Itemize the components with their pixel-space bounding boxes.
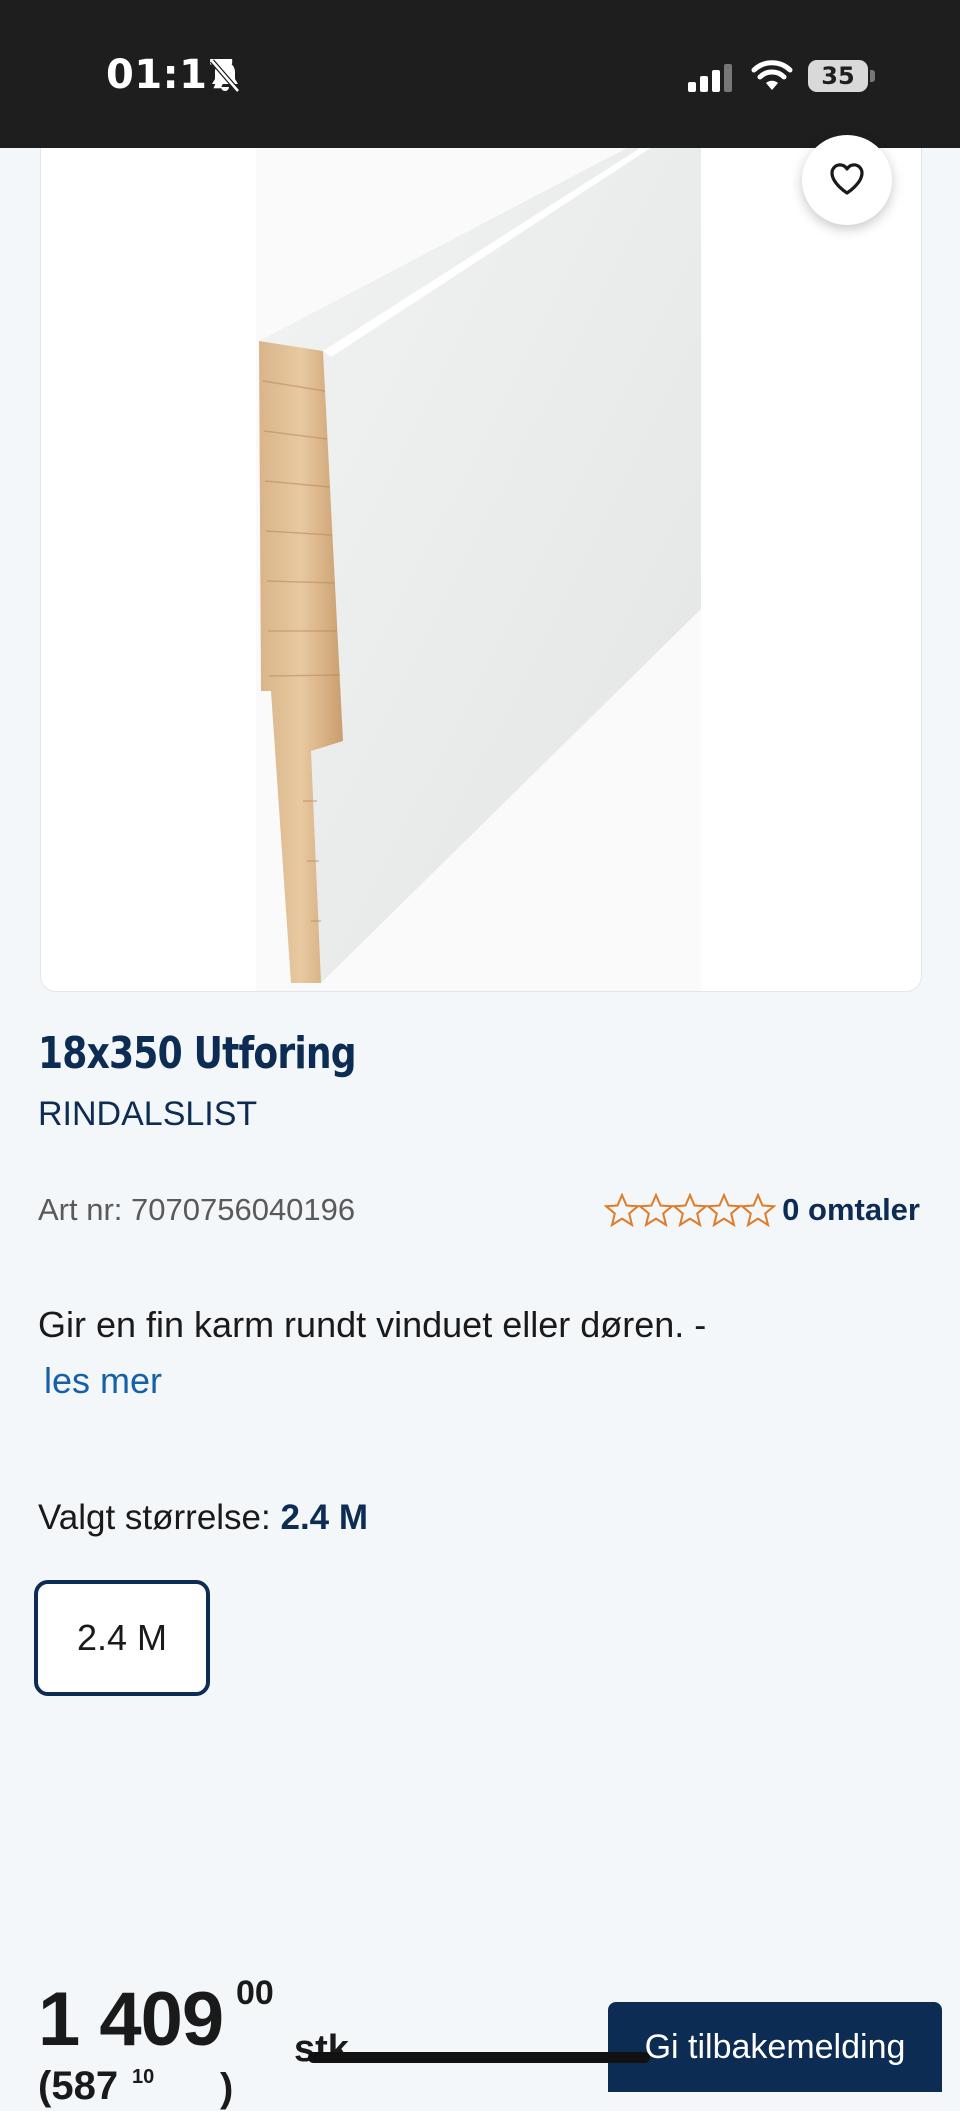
selected-size-label: Valgt størrelse: 2.4 M	[38, 1498, 368, 1538]
brand-link[interactable]: RINDALSLIST	[38, 1095, 257, 1134]
rating[interactable]: 0 omtaler	[604, 1192, 920, 1228]
size-option-button[interactable]: 2.4 M	[34, 1580, 210, 1696]
price-whole: 1 409	[38, 1977, 224, 2062]
star-icon	[604, 1193, 641, 1227]
unit-price-unit: )	[220, 2066, 234, 2110]
star-icon	[740, 1193, 777, 1227]
wifi-icon	[750, 58, 794, 97]
battery-indicator: 35	[808, 60, 868, 92]
read-more-link[interactable]: les mer	[44, 1360, 162, 1402]
cell-signal-icon	[686, 62, 734, 99]
product-title: 18x350 Utforing	[38, 1028, 357, 1079]
star-icon	[672, 1193, 709, 1227]
price-unit: stk	[294, 2028, 349, 2070]
product-image-card[interactable]	[40, 100, 922, 992]
star-icon	[638, 1193, 675, 1227]
star-icon	[706, 1193, 743, 1227]
unit-price-decimals: 10	[132, 2066, 155, 2088]
reviews-count-link[interactable]: 0 omtaler	[782, 1192, 920, 1228]
feedback-button[interactable]: Gi tilbakemelding	[608, 2002, 942, 2092]
home-indicator[interactable]	[308, 2052, 650, 2063]
selected-size-value: 2.4 M	[280, 1498, 369, 1537]
status-bar: 01:17 35	[0, 0, 960, 148]
battery-tip	[870, 70, 875, 82]
product-description: Gir en fin karm rundt vinduet eller døre…	[38, 1304, 707, 1345]
article-number: Art nr: 7070756040196	[38, 1192, 356, 1227]
selected-size-prefix: Valgt størrelse:	[38, 1498, 271, 1537]
rating-stars	[604, 1193, 777, 1227]
heart-icon	[827, 160, 867, 201]
favorite-button[interactable]	[802, 135, 892, 225]
product-image	[256, 101, 701, 991]
price-decimals: 00	[236, 1974, 274, 2012]
bell-muted-icon	[208, 58, 242, 99]
